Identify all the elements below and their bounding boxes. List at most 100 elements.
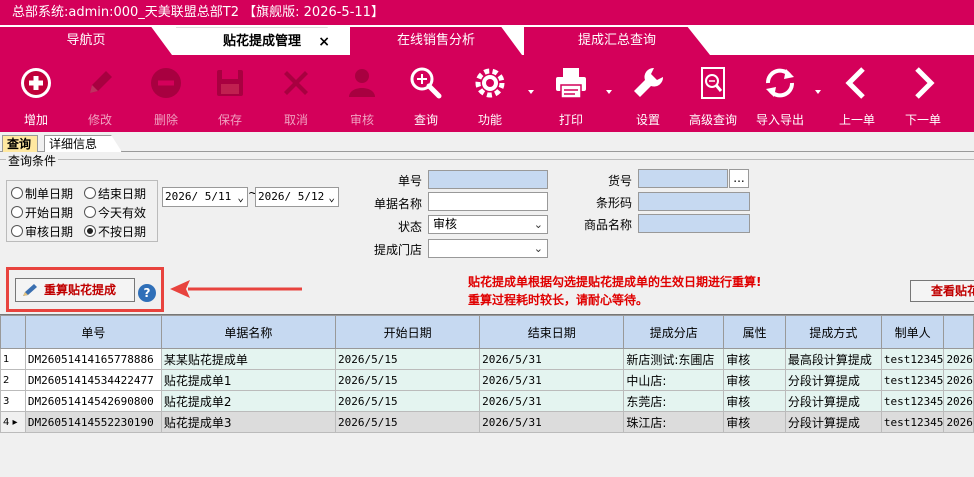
- col-header-more[interactable]: [943, 315, 974, 349]
- tab-sticker-commission[interactable]: 贴花提成管理 ×: [176, 27, 348, 55]
- table-cell[interactable]: 2026/5/31: [479, 348, 625, 370]
- table-cell[interactable]: 新店测试:东圃店: [623, 348, 725, 370]
- table-cell[interactable]: test12345: [880, 411, 945, 433]
- table-cell[interactable]: 3: [0, 390, 26, 412]
- col-header-doc-name[interactable]: 单据名称: [160, 315, 336, 349]
- date-to-picker[interactable]: 2026/ 5/12 ⌄: [255, 187, 339, 207]
- col-header-start-date[interactable]: 开始日期: [334, 315, 481, 349]
- table-row[interactable]: 2 DM26051414534422477 贴花提成单1 2026/5/15 2026/…: [0, 369, 974, 391]
- table-cell[interactable]: 2026: [943, 390, 974, 412]
- table-cell[interactable]: 2026: [943, 369, 974, 391]
- view-sticker-button[interactable]: 查看贴花: [910, 280, 974, 302]
- edit-button[interactable]: 修改: [78, 55, 122, 132]
- barcode-input[interactable]: [638, 192, 750, 211]
- recalculate-commission-button[interactable]: 重算贴花提成: [15, 278, 135, 302]
- doc-no-label: 单号: [397, 174, 422, 188]
- wrench-icon: [634, 67, 664, 97]
- date-from-picker[interactable]: 2026/ 5/11 ⌄: [162, 187, 248, 207]
- item-no-browse-button[interactable]: ...: [729, 169, 749, 188]
- col-header-doc-no[interactable]: 单号: [24, 315, 162, 349]
- table-cell[interactable]: 2026: [943, 348, 974, 370]
- table-cell[interactable]: 审核: [723, 369, 786, 391]
- product-name-input[interactable]: [638, 214, 750, 233]
- table-row[interactable]: 4 ▸ DM26051414552230190 贴花提成单3 2026/5/15 202…: [0, 411, 974, 433]
- doc-no-input[interactable]: [428, 170, 548, 189]
- table-cell[interactable]: 贴花提成单1: [160, 369, 336, 391]
- table-cell[interactable]: 审核: [723, 411, 786, 433]
- import-export-dropdown-icon[interactable]: [815, 90, 821, 94]
- tab-query[interactable]: 查询: [2, 135, 38, 152]
- function-dropdown-icon[interactable]: [528, 90, 534, 94]
- query-button[interactable]: 查询: [404, 55, 448, 132]
- table-cell[interactable]: 2: [0, 369, 26, 391]
- table-cell[interactable]: 2026/5/31: [479, 411, 625, 433]
- table-cell[interactable]: 审核: [723, 390, 786, 412]
- radio-approve-date[interactable]: 审核日期: [11, 223, 73, 240]
- table-cell[interactable]: 2026/5/31: [479, 369, 625, 391]
- save-button[interactable]: 保存: [208, 55, 252, 132]
- delete-button[interactable]: 删除: [144, 55, 188, 132]
- table-cell[interactable]: 分段计算提成: [784, 390, 882, 412]
- table-cell[interactable]: test12345: [880, 369, 945, 391]
- status-select[interactable]: 审核 ⌄: [428, 215, 548, 234]
- cancel-button[interactable]: 取消: [274, 55, 318, 132]
- table-cell[interactable]: DM26051414534422477: [24, 369, 162, 391]
- print-dropdown-icon[interactable]: [606, 90, 612, 94]
- item-no-input[interactable]: [638, 169, 728, 188]
- table-cell[interactable]: 珠江店:: [623, 411, 725, 433]
- col-header-creator[interactable]: 制单人: [880, 315, 945, 349]
- table-cell[interactable]: 4 ▸: [0, 411, 26, 433]
- arrow-left-icon: [170, 280, 302, 298]
- table-cell[interactable]: 2026/5/15: [334, 390, 481, 412]
- table-cell[interactable]: 2026/5/15: [334, 411, 481, 433]
- table-cell[interactable]: 2026: [943, 411, 974, 433]
- radio-no-date[interactable]: 不按日期: [84, 223, 146, 240]
- import-export-button[interactable]: 导入导出: [752, 55, 808, 132]
- table-cell[interactable]: 某某贴花提成单: [160, 348, 336, 370]
- table-row[interactable]: 1 DM26051414165778886 某某贴花提成单 2026/5/15 2026…: [0, 348, 974, 370]
- next-button[interactable]: 下一单: [900, 55, 946, 132]
- tab-online-sales[interactable]: 在线销售分析: [350, 27, 522, 55]
- col-header-attribute[interactable]: 属性: [723, 315, 786, 349]
- table-row[interactable]: 3 DM26051414542690800 贴花提成单2 2026/5/15 2026/…: [0, 390, 974, 412]
- col-header-store[interactable]: 提成分店: [623, 315, 725, 349]
- table-cell[interactable]: 中山店:: [623, 369, 725, 391]
- radio-create-date[interactable]: 制单日期: [11, 185, 73, 202]
- table-cell[interactable]: 最高段计算提成: [784, 348, 882, 370]
- advanced-query-button[interactable]: 高级查询: [686, 55, 740, 132]
- add-button[interactable]: 增加: [14, 55, 58, 132]
- doc-name-input[interactable]: [428, 192, 548, 211]
- table-cell[interactable]: 分段计算提成: [784, 369, 882, 391]
- tab-navigation[interactable]: 导航页: [0, 27, 172, 55]
- tab-details[interactable]: 详细信息: [44, 135, 122, 152]
- table-cell[interactable]: 审核: [723, 348, 786, 370]
- print-button[interactable]: 打印: [546, 55, 596, 132]
- radio-valid-today[interactable]: 今天有效: [84, 204, 146, 221]
- table-cell[interactable]: 东莞店:: [623, 390, 725, 412]
- table-cell[interactable]: 2026/5/15: [334, 348, 481, 370]
- table-cell[interactable]: 贴花提成单3: [160, 411, 336, 433]
- table-cell[interactable]: test12345: [880, 390, 945, 412]
- previous-button[interactable]: 上一单: [834, 55, 880, 132]
- table-cell[interactable]: 1: [0, 348, 26, 370]
- tab-close-icon[interactable]: ×: [318, 28, 330, 55]
- table-cell[interactable]: test12345: [880, 348, 945, 370]
- table-cell[interactable]: DM26051414542690800: [24, 390, 162, 412]
- table-cell[interactable]: DM26051414552230190: [24, 411, 162, 433]
- table-cell[interactable]: 分段计算提成: [784, 411, 882, 433]
- help-icon[interactable]: ?: [138, 284, 156, 302]
- approve-button[interactable]: 审核: [340, 55, 384, 132]
- table-cell[interactable]: 2026/5/15: [334, 369, 481, 391]
- function-button[interactable]: 功能: [468, 55, 512, 132]
- radio-end-date[interactable]: 结束日期: [84, 185, 146, 202]
- delete-label: 删除: [153, 113, 178, 127]
- col-header-method[interactable]: 提成方式: [784, 315, 882, 349]
- col-header-end-date[interactable]: 结束日期: [479, 315, 625, 349]
- radio-start-date[interactable]: 开始日期: [11, 204, 73, 221]
- tab-commission-summary[interactable]: 提成汇总查询: [524, 27, 710, 55]
- table-cell[interactable]: 2026/5/31: [479, 390, 625, 412]
- table-cell[interactable]: 贴花提成单2: [160, 390, 336, 412]
- settings-button[interactable]: 设置: [626, 55, 670, 132]
- store-select[interactable]: ⌄: [428, 239, 548, 258]
- table-cell[interactable]: DM26051414165778886: [24, 348, 162, 370]
